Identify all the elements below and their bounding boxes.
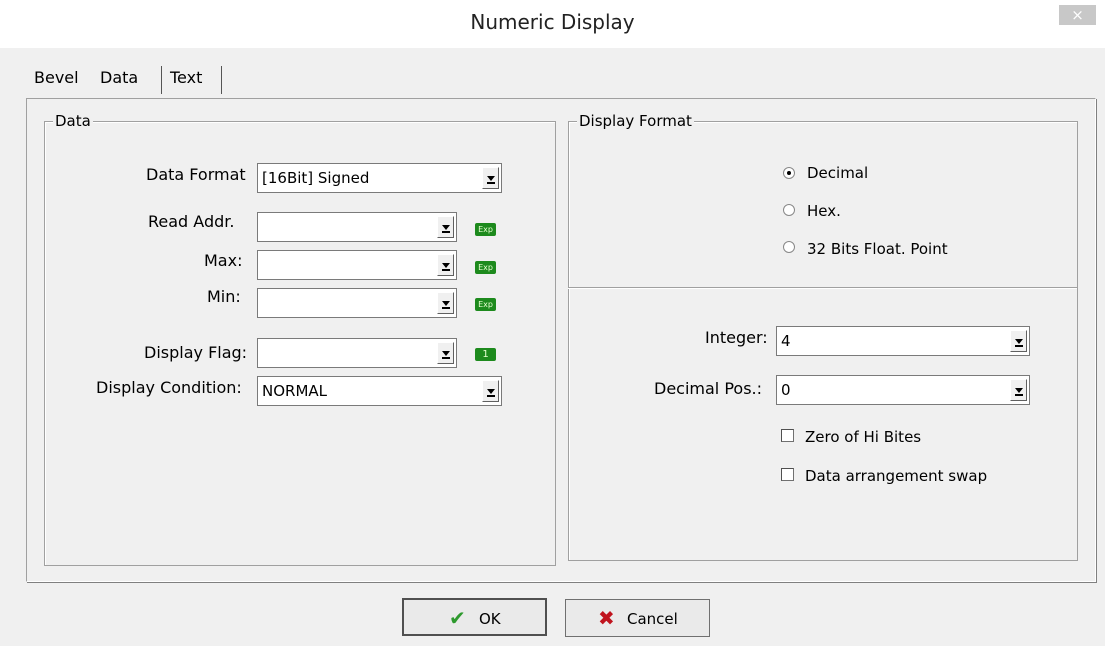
data-swap-label[interactable]: Data arrangement swap [805, 467, 987, 485]
data-swap-checkbox[interactable] [781, 468, 794, 481]
ok-label: OK [479, 610, 501, 628]
display-format-title: Display Format [577, 112, 694, 130]
ok-button[interactable]: ✔ OK [402, 598, 547, 636]
decimal-pos-value: 0 [781, 381, 791, 399]
bit-icon[interactable]: 1 [475, 348, 496, 361]
radio-decimal-label[interactable]: Decimal [807, 164, 868, 182]
decimal-pos-label: Decimal Pos.: [654, 379, 763, 398]
max-select[interactable] [257, 250, 457, 280]
tab-separator [221, 66, 222, 94]
display-flag-label: Display Flag: [144, 343, 248, 362]
chevron-down-icon[interactable] [482, 167, 499, 189]
integer-select[interactable]: 4 [776, 326, 1030, 356]
cancel-button[interactable]: ✖ Cancel [565, 599, 710, 637]
checkmark-icon: ✔ [449, 606, 466, 630]
read-addr-select[interactable] [257, 212, 457, 242]
zero-hi-bites-label[interactable]: Zero of Hi Bites [805, 428, 921, 446]
chevron-down-icon[interactable] [437, 342, 454, 364]
dialog-title: Numeric Display [470, 10, 635, 34]
min-label: Min: [207, 287, 241, 306]
integer-label: Integer: [705, 328, 768, 347]
display-condition-value: NORMAL [262, 382, 328, 400]
chevron-down-icon[interactable] [482, 380, 499, 402]
radio-decimal[interactable] [783, 167, 795, 179]
chevron-down-icon[interactable] [437, 254, 454, 276]
data-format-label: Data Format [146, 165, 246, 184]
numeric-display-dialog: Numeric Display × Bevel Data Text Data D… [0, 0, 1105, 646]
data-group-title: Data [53, 112, 93, 130]
display-flag-select[interactable] [257, 338, 457, 368]
tab-data[interactable]: Data [100, 68, 138, 87]
exp-icon[interactable]: Exp [475, 261, 496, 274]
title-bar: Numeric Display × [0, 0, 1105, 48]
chevron-down-icon[interactable] [437, 292, 454, 314]
radio-float-label[interactable]: 32 Bits Float. Point [807, 240, 948, 258]
close-icon: × [1071, 6, 1084, 24]
exp-icon[interactable]: Exp [475, 223, 496, 236]
display-condition-label: Display Condition: [96, 378, 242, 397]
data-format-value: [16Bit] Signed [262, 169, 370, 187]
read-addr-label: Read Addr. [148, 212, 235, 231]
cancel-label: Cancel [627, 610, 678, 628]
decimal-pos-select[interactable]: 0 [776, 375, 1030, 405]
chevron-down-icon[interactable] [1010, 379, 1027, 401]
divider [568, 287, 1077, 289]
radio-float[interactable] [783, 241, 795, 253]
tab-bevel[interactable]: Bevel [34, 68, 79, 87]
zero-hi-bites-checkbox[interactable] [781, 429, 794, 442]
cross-icon: ✖ [598, 606, 615, 630]
radio-hex-label[interactable]: Hex. [807, 202, 841, 220]
tab-text[interactable]: Text [170, 68, 202, 87]
chevron-down-icon[interactable] [437, 216, 454, 238]
chevron-down-icon[interactable] [1010, 330, 1027, 352]
min-select[interactable] [257, 288, 457, 318]
tab-separator [161, 66, 162, 94]
max-label: Max: [204, 251, 243, 270]
close-button[interactable]: × [1059, 5, 1096, 25]
radio-hex[interactable] [783, 204, 795, 216]
data-format-select[interactable]: [16Bit] Signed [257, 163, 502, 193]
exp-icon[interactable]: Exp [475, 298, 496, 311]
display-condition-select[interactable]: NORMAL [257, 376, 502, 406]
integer-value: 4 [781, 332, 791, 350]
